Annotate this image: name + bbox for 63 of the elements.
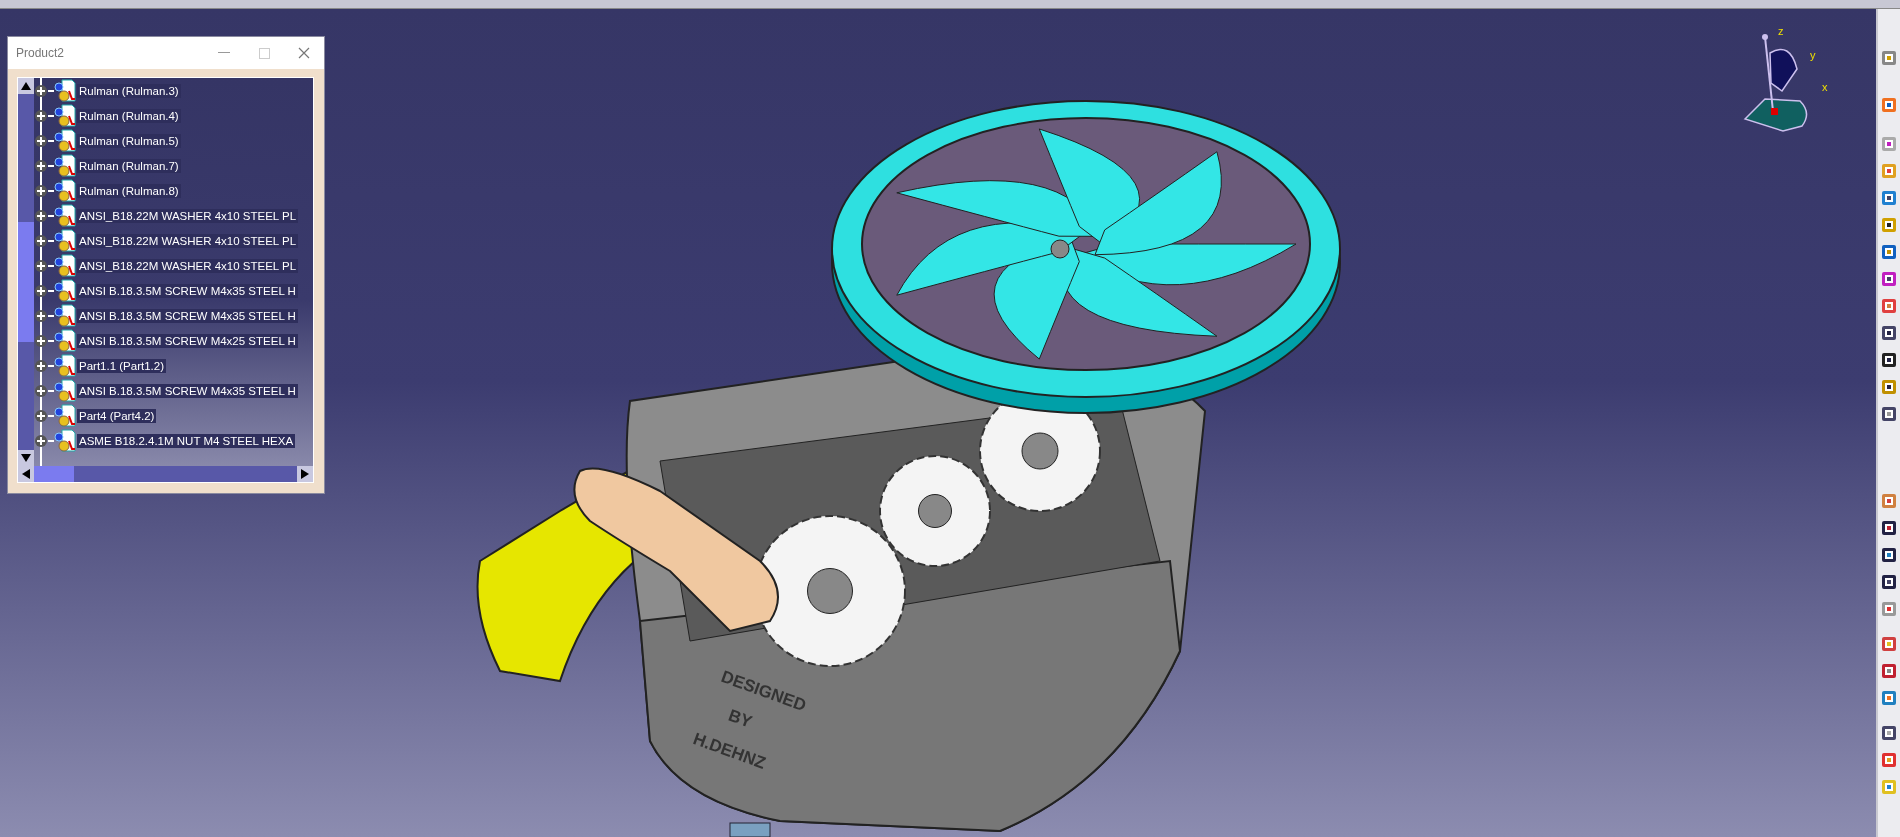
scrollbar-thumb[interactable] [34, 466, 74, 482]
expand-icon[interactable] [34, 258, 54, 273]
expand-icon[interactable] [34, 283, 54, 298]
scroll-down-button[interactable] [18, 450, 34, 466]
part-document-icon [54, 103, 76, 128]
left-triangle-icon [22, 469, 30, 479]
close-icon [298, 47, 310, 59]
part-document-icon [54, 228, 76, 253]
expand-icon[interactable] [34, 108, 54, 123]
tree-item[interactable]: ANSI B.18.3.5M SCREW M4x35 STEEL H [77, 383, 298, 398]
part-document-icon [54, 428, 76, 453]
part-document-icon [54, 203, 76, 228]
part-document-icon [54, 278, 76, 303]
horizontal-scrollbar[interactable] [18, 466, 313, 482]
tree-item[interactable]: Rulman (Rulman.8) [77, 183, 181, 198]
part-document-icon [54, 403, 76, 428]
part-document-icon [54, 303, 76, 328]
tree-item[interactable]: ANSI_B18.22M WASHER 4x10 STEEL PL [77, 233, 299, 248]
scroll-right-button[interactable] [297, 466, 313, 482]
maximize-icon [258, 47, 270, 59]
tree-item[interactable]: ANSI_B18.22M WASHER 4x10 STEEL PL [77, 208, 299, 223]
window-title: Product2 [16, 46, 66, 60]
expand-icon[interactable] [34, 433, 54, 448]
tree-item[interactable]: ASME B18.2.4.1M NUT M4 STEEL HEXA [77, 433, 296, 448]
minimize-icon [218, 52, 230, 54]
tree-item[interactable]: ANSI B.18.3.5M SCREW M4x35 STEEL H [77, 308, 298, 323]
expand-icon[interactable] [34, 333, 54, 348]
axis-label: z [1778, 25, 1784, 37]
expand-icon[interactable] [34, 383, 54, 398]
expand-icon[interactable] [34, 158, 54, 173]
tree-item[interactable]: Rulman (Rulman.5) [77, 133, 181, 148]
tree-item[interactable]: Part1.1 (Part1.2) [77, 358, 166, 373]
expand-icon[interactable] [34, 233, 54, 248]
right-triangle-icon [301, 469, 309, 479]
tree-item[interactable]: Rulman (Rulman.3) [77, 83, 181, 98]
scrollbar-thumb[interactable] [18, 222, 34, 342]
expand-icon[interactable] [34, 358, 54, 373]
tree-item[interactable]: ANSI_B18.22M WASHER 4x10 STEEL PL [77, 258, 299, 273]
axis-label: y [1810, 49, 1816, 61]
part-document-icon [54, 328, 76, 353]
vertical-scrollbar[interactable] [18, 78, 34, 466]
expand-icon[interactable] [34, 133, 54, 148]
part-document-icon [54, 128, 76, 153]
expand-icon[interactable] [34, 208, 54, 223]
scroll-up-button[interactable] [18, 78, 34, 94]
scroll-left-button[interactable] [18, 466, 34, 482]
tree-item[interactable]: ANSI B.18.3.5M SCREW M4x25 STEEL H [77, 333, 298, 348]
expand-icon[interactable] [34, 183, 54, 198]
tree-item[interactable]: Part4 (Part4.2) [77, 408, 157, 423]
expand-icon[interactable] [34, 308, 54, 323]
tree-item[interactable]: Rulman (Rulman.4) [77, 108, 181, 123]
expand-icon[interactable] [34, 408, 54, 423]
part-document-icon [54, 353, 76, 378]
expand-icon[interactable] [34, 83, 54, 98]
axis-label: x [1822, 81, 1828, 93]
part-document-icon [54, 178, 76, 203]
down-triangle-icon [21, 454, 31, 462]
part-document-icon [54, 153, 76, 178]
part-document-icon [54, 378, 76, 403]
tree-item[interactable]: Rulman (Rulman.7) [77, 158, 181, 173]
up-triangle-icon [21, 82, 31, 90]
tree-item[interactable]: ANSI B.18.3.5M SCREW M4x35 STEEL H [77, 283, 298, 298]
part-document-icon [54, 253, 76, 278]
